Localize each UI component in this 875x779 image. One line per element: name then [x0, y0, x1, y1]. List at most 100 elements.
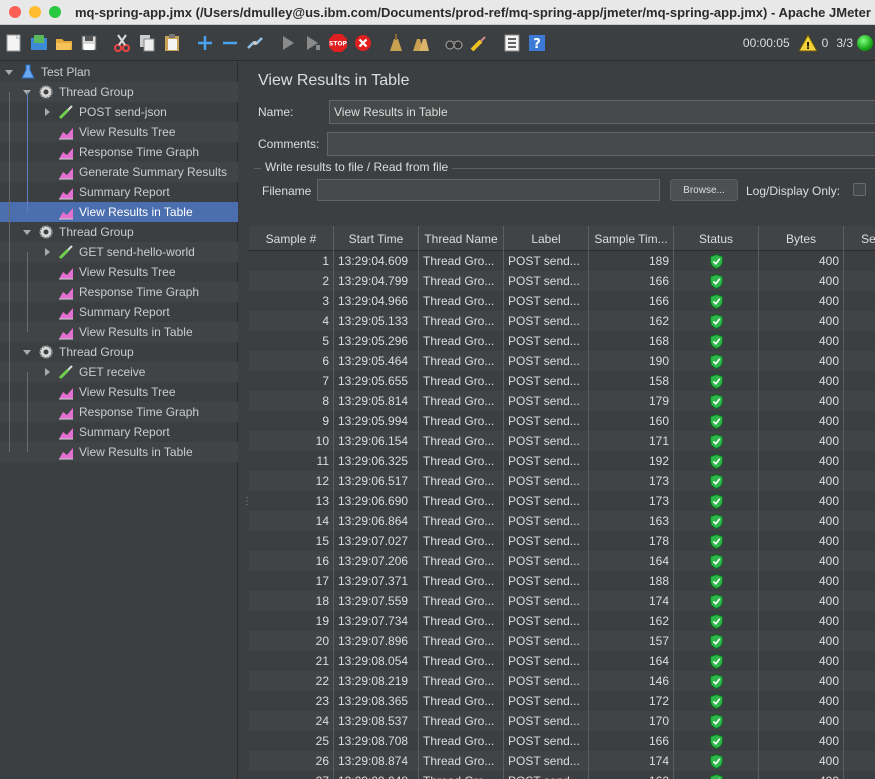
tree-node[interactable]: Response Time Graph	[0, 282, 238, 302]
tree-node[interactable]: View Results in Table	[0, 442, 238, 462]
search-icon[interactable]	[443, 32, 465, 54]
table-row[interactable]: 2 13:29:04.799 Thread Gro... POST send... 16…	[249, 271, 875, 291]
toggle-icon[interactable]	[244, 32, 266, 54]
tree-node[interactable]: GET send-hello-world	[0, 242, 238, 262]
expand-icon[interactable]	[194, 32, 216, 54]
errors-checkbox[interactable]	[853, 183, 866, 196]
tree-node[interactable]: Thread Group	[0, 222, 238, 242]
column-header[interactable]: Sample #	[249, 226, 334, 251]
close-window-button[interactable]	[9, 6, 21, 18]
column-header[interactable]: Label	[504, 226, 589, 251]
table-row[interactable]: 19 13:29:07.734 Thread Gro... POST send... 1…	[249, 611, 875, 631]
expand-toggle-icon[interactable]	[22, 227, 32, 237]
table-row[interactable]: 13 13:29:06.690 Thread Gro... POST send... 1…	[249, 491, 875, 511]
clear-icon[interactable]	[385, 32, 407, 54]
tree-node[interactable]: View Results in Table	[0, 202, 238, 222]
column-header[interactable]: Thread Name	[419, 226, 504, 251]
tree-node[interactable]: View Results Tree	[0, 122, 238, 142]
table-row[interactable]: 8 13:29:05.814 Thread Gro... POST send... 17…	[249, 391, 875, 411]
tree-node[interactable]: Thread Group	[0, 82, 238, 102]
table-row[interactable]: 3 13:29:04.966 Thread Gro... POST send... 16…	[249, 291, 875, 311]
tree-node[interactable]: Summary Report	[0, 182, 238, 202]
templates-icon[interactable]	[28, 32, 50, 54]
table-row[interactable]: 18 13:29:07.559 Thread Gro... POST send... 1…	[249, 591, 875, 611]
cut-icon[interactable]	[111, 32, 133, 54]
tree-node[interactable]: View Results Tree	[0, 262, 238, 282]
table-row[interactable]: 1 13:29:04.609 Thread Gro... POST send... 18…	[249, 251, 875, 271]
table-cell: 400	[759, 311, 844, 331]
help-icon[interactable]: ?	[526, 32, 548, 54]
table-cell: 164	[589, 651, 674, 671]
tree-node[interactable]: Summary Report	[0, 422, 238, 442]
table-row[interactable]: 14 13:29:06.864 Thread Gro... POST send... 1…	[249, 511, 875, 531]
start-icon[interactable]	[277, 32, 299, 54]
table-cell: 15	[249, 531, 334, 551]
table-row[interactable]: 23 13:29:08.365 Thread Gro... POST send... 1…	[249, 691, 875, 711]
collapse-toggle-icon[interactable]	[42, 107, 52, 117]
table-row[interactable]: 17 13:29:07.371 Thread Gro... POST send... 1…	[249, 571, 875, 591]
tree-node[interactable]: Response Time Graph	[0, 402, 238, 422]
warning-icon[interactable]: !	[797, 34, 818, 52]
column-header[interactable]: Sent	[844, 226, 875, 251]
column-header[interactable]: Status	[674, 226, 759, 251]
table-row[interactable]: 10 13:29:06.154 Thread Gro... POST send... 1…	[249, 431, 875, 451]
table-row[interactable]: 24 13:29:08.537 Thread Gro... POST send... 1…	[249, 711, 875, 731]
table-row[interactable]: 5 13:29:05.296 Thread Gro... POST send... 16…	[249, 331, 875, 351]
minimize-window-button[interactable]	[29, 6, 41, 18]
start-no-pause-icon[interactable]	[302, 32, 324, 54]
copy-icon[interactable]	[136, 32, 158, 54]
table-row[interactable]: 22 13:29:08.219 Thread Gro... POST send... 1…	[249, 671, 875, 691]
split-pane-divider[interactable]: ⋮	[239, 62, 252, 779]
zoom-window-button[interactable]	[49, 6, 61, 18]
column-header[interactable]: Sample Tim...	[589, 226, 674, 251]
name-field[interactable]: View Results in Table	[329, 100, 875, 124]
tree-node[interactable]: Thread Group	[0, 342, 238, 362]
table-row[interactable]: 16 13:29:07.206 Thread Gro... POST send... 1…	[249, 551, 875, 571]
expand-toggle-icon[interactable]	[22, 347, 32, 357]
table-row[interactable]: 2713:29:09.048Thread Gro...POST send...1…	[249, 771, 875, 779]
table-row[interactable]: 12 13:29:06.517 Thread Gro... POST send... 1…	[249, 471, 875, 491]
shutdown-icon[interactable]	[352, 32, 374, 54]
table-cell: 13:29:05.994	[334, 411, 419, 431]
table-row[interactable]: 21 13:29:08.054 Thread Gro... POST send... 1…	[249, 651, 875, 671]
collapse-icon[interactable]	[219, 32, 241, 54]
tree-node[interactable]: View Results in Table	[0, 322, 238, 342]
stop-icon[interactable]: STOP	[327, 32, 349, 54]
paste-icon[interactable]	[161, 32, 183, 54]
table-row[interactable]: 4 13:29:05.133 Thread Gro... POST send... 16…	[249, 311, 875, 331]
column-header[interactable]: Start Time	[334, 226, 419, 251]
tree-node[interactable]: GET receive	[0, 362, 238, 382]
save-icon[interactable]	[78, 32, 100, 54]
tree-node-label: Response Time Graph	[79, 145, 200, 159]
tree-node[interactable]: Summary Report	[0, 302, 238, 322]
table-row[interactable]: 11 13:29:06.325 Thread Gro... POST send... 1…	[249, 451, 875, 471]
table-row[interactable]: 9 13:29:05.994 Thread Gro... POST send... 16…	[249, 411, 875, 431]
clear-all-icon[interactable]	[410, 32, 432, 54]
table-row[interactable]: 6 13:29:05.464 Thread Gro... POST send... 19…	[249, 351, 875, 371]
table-row[interactable]: 7 13:29:05.655 Thread Gro... POST send... 15…	[249, 371, 875, 391]
table-row[interactable]: 25 13:29:08.708 Thread Gro... POST send... 1…	[249, 731, 875, 751]
table-cell: POST send...	[504, 251, 589, 271]
table-row[interactable]: 15 13:29:07.027 Thread Gro... POST send... 1…	[249, 531, 875, 551]
function-helper-icon[interactable]	[501, 32, 523, 54]
column-header[interactable]: Bytes	[759, 226, 844, 251]
filename-field[interactable]	[317, 179, 660, 201]
open-icon[interactable]	[53, 32, 75, 54]
collapse-toggle-icon[interactable]	[42, 247, 52, 257]
table-cell: 13:29:07.371	[334, 571, 419, 591]
table-cell: 1	[249, 251, 334, 271]
collapse-toggle-icon[interactable]	[42, 367, 52, 377]
status-success-icon	[674, 411, 759, 431]
tree-node[interactable]: Test Plan	[0, 62, 238, 82]
tree-node[interactable]: View Results Tree	[0, 382, 238, 402]
browse-button[interactable]: Browse...	[670, 179, 738, 201]
new-icon[interactable]	[3, 32, 25, 54]
table-row[interactable]: 26 13:29:08.874 Thread Gro... POST send... 1…	[249, 751, 875, 771]
tree-node[interactable]: Generate Summary Results	[0, 162, 238, 182]
tree-node[interactable]: Response Time Graph	[0, 142, 238, 162]
tree-node[interactable]: POST send-json	[0, 102, 238, 122]
table-row[interactable]: 20 13:29:07.896 Thread Gro... POST send... 1…	[249, 631, 875, 651]
reset-search-icon[interactable]	[468, 32, 490, 54]
expand-toggle-icon[interactable]	[4, 67, 14, 77]
comments-field[interactable]	[327, 132, 875, 156]
